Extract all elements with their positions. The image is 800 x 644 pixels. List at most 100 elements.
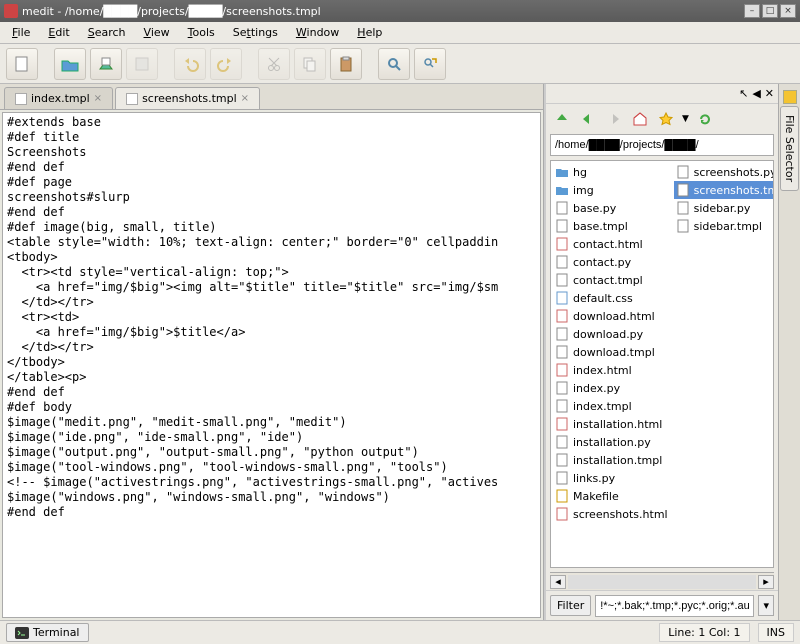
file-type-icon [555,273,569,287]
file-item[interactable]: download.py [553,325,670,343]
close-window-button[interactable]: × [780,4,796,18]
open-file-button[interactable] [54,48,86,80]
file-list[interactable]: hgimgbase.py base.tmpl contact.html contact… [550,160,774,568]
panel-undock-icon[interactable]: ↖ [739,87,748,100]
close-icon[interactable]: × [94,93,102,104]
file-name: screenshots.html [573,508,668,521]
nav-home-icon[interactable] [630,109,650,129]
file-item[interactable]: contact.py [553,253,670,271]
find-button[interactable] [378,48,410,80]
menu-settings[interactable]: Settings [225,24,286,41]
file-type-icon [555,183,569,197]
side-tab-strip: File Selector [778,84,800,620]
filter-bar: Filter ▾ [546,590,778,620]
save-button[interactable] [90,48,122,80]
file-name: Makefile [573,490,619,503]
scroll-left-icon[interactable]: ◂ [550,575,566,589]
scroll-right-icon[interactable]: ▸ [758,575,774,589]
file-item[interactable]: screenshots.tmpl [674,181,774,199]
nav-bookmark-icon[interactable] [656,109,676,129]
file-item[interactable]: sidebar.tmpl [674,217,774,235]
file-item[interactable]: links.py [553,469,670,487]
file-selector-tab[interactable]: File Selector [780,106,799,191]
menu-file[interactable]: File [4,24,38,41]
file-name: download.py [573,328,643,341]
save-as-button[interactable] [126,48,158,80]
file-list-scrollbar[interactable]: ◂ ▸ [550,572,774,590]
insert-mode[interactable]: INS [758,623,794,642]
file-item[interactable]: download.html [553,307,670,325]
panel-close-icon[interactable]: ✕ [765,87,774,100]
file-name: screenshots.tmpl [694,184,774,197]
scroll-track[interactable] [568,575,756,589]
file-type-icon [555,471,569,485]
file-type-icon [676,201,690,215]
dropdown-arrow-icon[interactable]: ▼ [682,114,689,124]
file-item[interactable]: contact.html [553,235,670,253]
path-input[interactable] [550,134,774,156]
file-item[interactable]: index.html [553,361,670,379]
filter-dropdown-icon[interactable]: ▾ [758,595,774,616]
code-editor[interactable]: #extends base #def title Screenshots #en… [2,112,541,618]
redo-button[interactable] [210,48,242,80]
file-name: default.css [573,292,633,305]
file-type-icon [555,201,569,215]
file-type-icon [676,183,690,197]
panel-detach-icon[interactable]: ◀ [752,87,760,100]
tab-label: index.tmpl [31,92,90,105]
file-name: installation.tmpl [573,454,662,467]
cut-button[interactable] [258,48,290,80]
nav-forward-icon[interactable] [604,109,624,129]
maximize-button[interactable]: □ [762,4,778,18]
file-name: contact.py [573,256,631,269]
menu-view[interactable]: View [136,24,178,41]
tab-index[interactable]: index.tmpl × [4,87,113,109]
file-name: index.py [573,382,620,395]
tab-label: screenshots.tmpl [142,92,237,105]
file-name: installation.html [573,418,662,431]
tab-screenshots[interactable]: screenshots.tmpl × [115,87,260,109]
file-item[interactable]: base.tmpl [553,217,670,235]
new-file-button[interactable] [6,48,38,80]
undo-button[interactable] [174,48,206,80]
menu-help[interactable]: Help [349,24,390,41]
file-item[interactable]: installation.tmpl [553,451,670,469]
file-item[interactable]: default.css [553,289,670,307]
menu-search[interactable]: Search [80,24,134,41]
file-name: base.tmpl [573,220,628,233]
file-item[interactable]: img [553,181,670,199]
file-name: index.html [573,364,632,377]
file-name: sidebar.py [694,202,751,215]
file-item[interactable]: installation.py [553,433,670,451]
menu-window[interactable]: Window [288,24,347,41]
file-item[interactable]: installation.html [553,415,670,433]
file-item[interactable]: sidebar.py [674,199,774,217]
file-type-icon [555,309,569,323]
file-item[interactable]: hg [553,163,670,181]
copy-button[interactable] [294,48,326,80]
terminal-button[interactable]: Terminal [6,623,89,642]
minimize-button[interactable]: – [744,4,760,18]
menu-tools[interactable]: Tools [180,24,223,41]
window-titlebar: medit - /home/████/projects/████/screens… [0,0,800,22]
file-selector-panel: ↖ ◀ ✕ ▼ hgimgbase.py base.tmpl contact.htm… [544,84,778,620]
filter-input[interactable] [595,595,754,617]
file-item[interactable]: screenshots.py [674,163,774,181]
menu-edit[interactable]: Edit [40,24,77,41]
file-item[interactable]: Makefile [553,487,670,505]
file-name: download.html [573,310,655,323]
paste-button[interactable] [330,48,362,80]
file-item[interactable]: screenshots.html [553,505,670,523]
filter-label[interactable]: Filter [550,595,591,616]
nav-back-icon[interactable] [578,109,598,129]
file-item[interactable]: contact.tmpl [553,271,670,289]
file-type-icon [555,327,569,341]
nav-refresh-icon[interactable] [695,109,715,129]
file-item[interactable]: index.tmpl [553,397,670,415]
replace-button[interactable] [414,48,446,80]
file-item[interactable]: download.tmpl [553,343,670,361]
close-icon[interactable]: × [241,93,249,104]
file-item[interactable]: base.py [553,199,670,217]
file-item[interactable]: index.py [553,379,670,397]
nav-up-icon[interactable] [552,109,572,129]
